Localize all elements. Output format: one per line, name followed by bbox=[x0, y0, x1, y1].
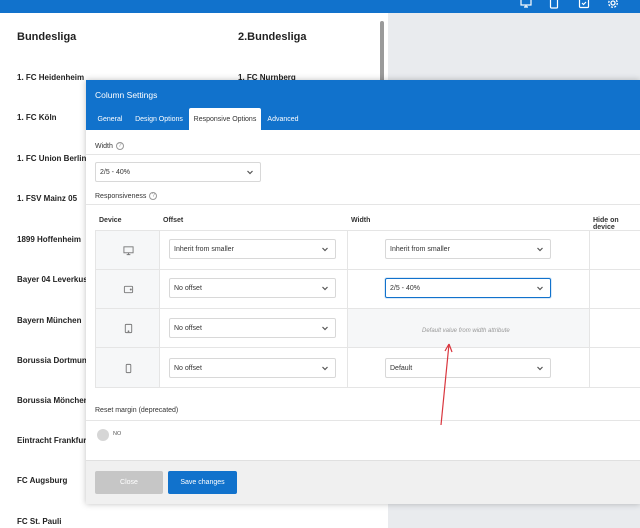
chevron-down-icon bbox=[321, 324, 329, 332]
device-cell bbox=[95, 347, 160, 388]
save-changes-button[interactable]: Save changes bbox=[168, 471, 237, 494]
hide-cell bbox=[589, 269, 640, 309]
close-button[interactable]: Close bbox=[95, 471, 163, 494]
team-link[interactable]: 1. FC Union Berlin bbox=[17, 154, 86, 163]
hide-cell bbox=[589, 347, 640, 388]
right-league-heading: 2.Bundesliga bbox=[238, 31, 307, 43]
gear-icon[interactable] bbox=[606, 0, 620, 9]
tab-design-options[interactable]: Design Options bbox=[132, 108, 186, 130]
width-column-header: Width bbox=[351, 217, 371, 224]
tablet-portrait-icon bbox=[122, 322, 134, 334]
team-link[interactable]: 1899 Hoffenheim bbox=[17, 235, 81, 244]
reset-margin-toggle[interactable]: NO bbox=[97, 429, 121, 441]
dialog-footer: Close Save changes bbox=[86, 460, 640, 504]
team-link[interactable]: 1. FSV Mainz 05 bbox=[17, 194, 77, 203]
offset-select[interactable]: Inherit from smaller bbox=[169, 239, 336, 259]
chevron-down-icon bbox=[536, 245, 544, 253]
team-link[interactable]: Bayern München bbox=[17, 316, 81, 325]
tablet-preview-icon[interactable] bbox=[547, 0, 561, 9]
column-settings-dialog: Column Settings General Design Options R… bbox=[86, 80, 640, 504]
desktop-icon bbox=[122, 244, 134, 256]
dialog-header: Column Settings General Design Options R… bbox=[86, 80, 640, 130]
device-cell bbox=[95, 308, 160, 348]
tablet-landscape-icon bbox=[122, 283, 134, 295]
tab-advanced[interactable]: Advanced bbox=[264, 108, 302, 130]
width-select[interactable]: Default bbox=[385, 358, 551, 378]
desktop-preview-icon[interactable] bbox=[519, 0, 533, 9]
hide-column-header: Hide on device bbox=[593, 217, 619, 231]
hide-cell bbox=[589, 308, 640, 348]
width-select[interactable]: Inherit from smaller bbox=[385, 239, 551, 259]
default-width-note: Default value from width attribute bbox=[422, 328, 510, 334]
team-link[interactable]: Borussia Dortmund bbox=[17, 356, 92, 365]
chevron-down-icon bbox=[536, 284, 544, 292]
hide-cell bbox=[589, 230, 640, 270]
left-league-heading: Bundesliga bbox=[17, 31, 77, 43]
divider bbox=[86, 420, 640, 421]
toggle-state-text: NO bbox=[113, 431, 122, 437]
divider bbox=[86, 154, 640, 155]
save-icon[interactable] bbox=[577, 0, 591, 9]
responsiveness-label: Responsiveness? bbox=[95, 192, 158, 200]
chevron-down-icon bbox=[321, 245, 329, 253]
device-cell bbox=[95, 269, 160, 309]
tab-responsive-options[interactable]: Responsive Options bbox=[189, 108, 261, 130]
width-select[interactable]: 2/5 - 40% bbox=[385, 278, 551, 298]
width-label: Width? bbox=[95, 142, 124, 150]
offset-select[interactable]: No offset bbox=[169, 278, 336, 298]
dialog-title: Column Settings bbox=[95, 90, 158, 100]
offset-column-header: Offset bbox=[163, 217, 184, 224]
device-cell bbox=[95, 230, 160, 270]
chevron-down-icon bbox=[321, 364, 329, 372]
device-column-header: Device bbox=[99, 217, 122, 224]
width-select[interactable]: 2/5 - 40% bbox=[95, 162, 261, 182]
toggle-knob bbox=[97, 429, 109, 441]
chevron-down-icon bbox=[246, 168, 254, 176]
annotation-arrow bbox=[440, 343, 453, 426]
team-link[interactable]: FC Augsburg bbox=[17, 476, 67, 485]
offset-select[interactable]: No offset bbox=[169, 358, 336, 378]
chevron-down-icon bbox=[321, 284, 329, 292]
team-link[interactable]: 1. FC Köln bbox=[17, 113, 57, 122]
chevron-down-icon bbox=[536, 364, 544, 372]
top-toolbar bbox=[0, 0, 640, 13]
team-link[interactable]: Eintracht Frankfurt bbox=[17, 436, 89, 445]
team-link[interactable]: 1. FC Heidenheim bbox=[17, 73, 84, 82]
help-icon[interactable]: ? bbox=[115, 142, 124, 150]
mobile-icon bbox=[122, 362, 134, 374]
offset-select[interactable]: No offset bbox=[169, 318, 336, 338]
help-icon[interactable]: ? bbox=[149, 192, 158, 200]
reset-margin-label: Reset margin (deprecated) bbox=[95, 407, 179, 414]
divider bbox=[86, 204, 640, 205]
tab-general[interactable]: General bbox=[95, 108, 125, 130]
team-link[interactable]: FC St. Pauli bbox=[17, 517, 61, 526]
